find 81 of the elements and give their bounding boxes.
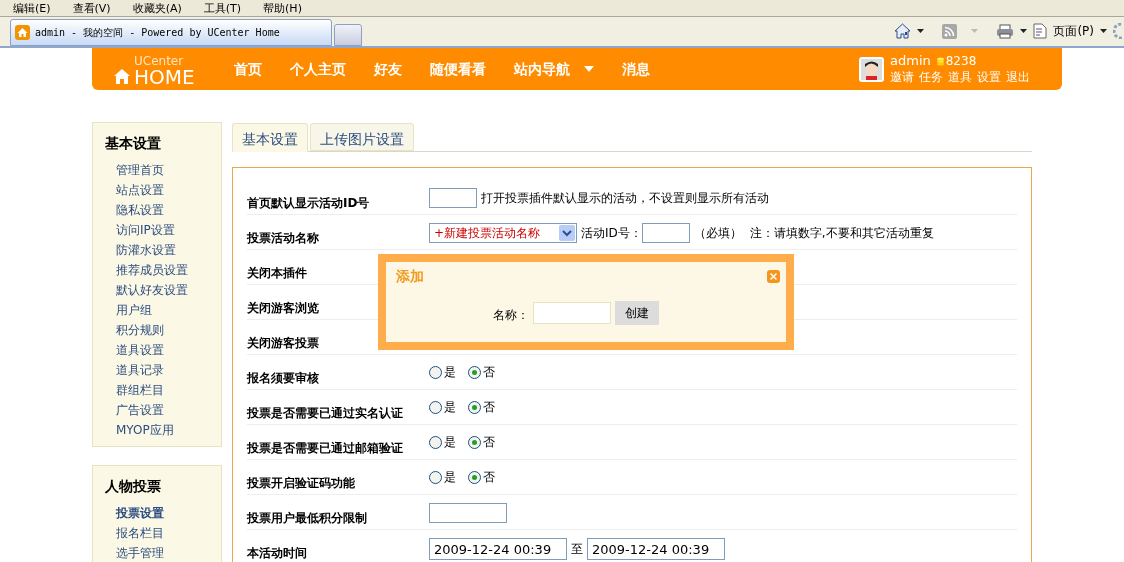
sidebar-link[interactable]: 防灌水设置 [116,240,209,260]
menu-item[interactable]: 工具(T) [203,2,242,14]
name-input[interactable] [533,302,611,324]
printer-icon[interactable] [996,23,1015,39]
sidebar-link[interactable]: 积分规则 [116,320,209,340]
radio-label: 是 [444,364,456,381]
panel-title: 人物投票 [105,477,162,496]
setting-label: 投票活动名称 [247,231,319,245]
home-icon [15,25,30,40]
field-note: 打开投票插件默认显示的活动，不设置则显示所有活动 [481,190,769,207]
sidebar-link[interactable]: 默认好友设置 [116,280,209,300]
sidebar-link[interactable]: 访问IP设置 [116,220,209,240]
setting-label: 投票开启验证码功能 [247,476,355,490]
menu-item[interactable]: 收藏夹(A) [132,2,182,14]
id-input[interactable] [641,223,690,243]
create-button[interactable]: 创建 [615,301,659,325]
setting-label: 本活动时间 [247,546,307,560]
radio-button[interactable] [429,435,442,449]
radio-label: 是 [444,469,456,486]
page-menu[interactable]: 页面(P) [1053,22,1094,40]
points-input[interactable] [429,503,507,523]
radio-button[interactable] [429,400,442,414]
id-input[interactable] [429,188,477,208]
caret-icon[interactable] [1020,29,1028,33]
setting-label: 投票是否需要已通过邮箱验证 [247,441,403,455]
sidebar-link[interactable]: 广告设置 [116,400,209,420]
required-note: （必填） [693,225,742,242]
menu-item[interactable]: 编辑(E) [13,2,51,14]
end-time-input[interactable]: 2009-12-24 00:39 [587,538,725,560]
sidebar-link[interactable]: 管理首页 [116,160,209,180]
sidebar-link[interactable]: 站点设置 [116,180,209,200]
dropdown-icon[interactable] [559,225,575,241]
setting-label: 关闭本插件 [247,266,307,280]
browser-tab[interactable]: admin - 我的空间 - Powered by UCenter Home [10,19,332,46]
setting-label: 报名须要审核 [247,371,319,385]
start-time-input[interactable]: 2009-12-24 00:39 [429,538,567,560]
radio-button[interactable] [429,470,442,484]
caret-icon[interactable] [1100,29,1107,33]
setting-label: 投票用户最低积分限制 [247,511,367,525]
radio-label: 否 [483,434,495,451]
radio-button[interactable] [429,365,442,379]
range-separator: 至 [571,541,583,558]
radio-label: 否 [483,364,495,381]
setting-label: 关闭游客投票 [247,336,319,350]
home-icon[interactable] [894,23,912,39]
radio-label: 否 [483,399,495,416]
dialog-title: 添加 [396,267,424,286]
radio-label: 是 [444,434,456,451]
coins-icon [936,57,944,66]
caret-icon[interactable] [917,29,925,33]
setting-label: 首页默认显示活动ID号 [247,196,370,210]
setting-label: 关闭游客浏览 [247,301,319,315]
radio-label: 是 [444,399,456,416]
tab[interactable]: 上传图片设置 [310,123,414,151]
field-note: 注：请填数字,不要和其它活动重复 [749,225,934,242]
sidebar-link[interactable]: 投票设置 [116,503,209,523]
field-label: 名称： [493,307,529,324]
sidebar-link[interactable]: 道具设置 [116,340,209,360]
radio-label: 否 [483,469,495,486]
user-avatar[interactable] [859,56,884,82]
menu-item[interactable]: 查看(V) [72,2,111,14]
sidebar-link[interactable]: 推荐成员设置 [116,260,209,280]
sidebar-link[interactable]: 报名栏目 [116,523,209,543]
tab[interactable]: 基本设置 [232,123,308,152]
sidebar-link[interactable]: 群组栏目 [116,380,209,400]
radio-button[interactable] [468,435,481,449]
sidebar-link[interactable]: 隐私设置 [116,200,209,220]
activity-select[interactable]: +新建投票活动名称 [429,223,577,243]
setting-label: 投票是否需要已通过实名认证 [247,406,403,420]
panel-title: 基本设置 [105,134,162,153]
sidebar-link[interactable]: MYOP应用 [116,420,209,440]
sidebar-link[interactable]: 用户组 [116,300,209,320]
page-icon[interactable] [1033,23,1048,39]
sidebar-link[interactable]: 道具记录 [116,360,209,380]
field-label: 活动ID号： [581,225,642,242]
radio-button[interactable] [468,365,481,379]
radio-button[interactable] [468,470,481,484]
menu-item[interactable]: 帮助(H) [263,2,302,14]
sidebar-link[interactable]: 选手管理 [116,543,209,562]
radio-button[interactable] [468,400,481,414]
credit-count: 8238 [945,54,977,69]
